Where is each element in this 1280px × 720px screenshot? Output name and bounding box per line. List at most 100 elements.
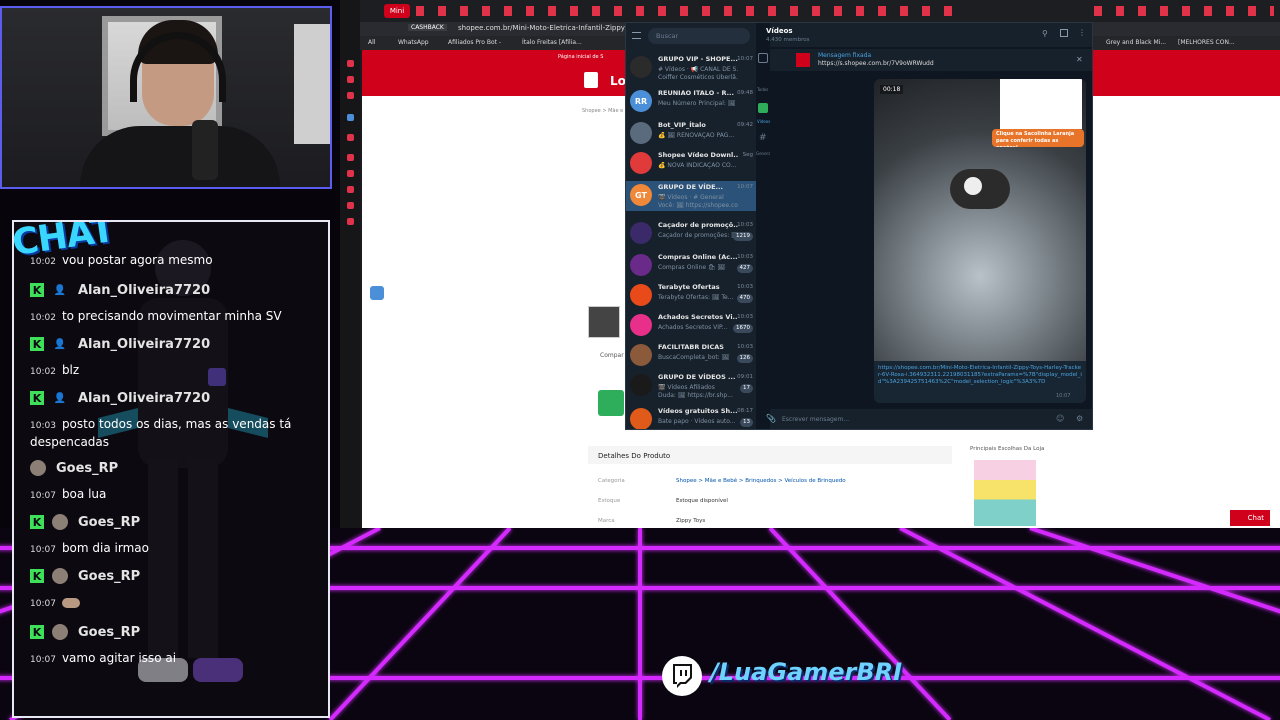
emoji-icon[interactable]: ☺ — [1056, 414, 1064, 423]
chat-time: 09:42 — [737, 122, 753, 128]
tab-active[interactable]: Mini — [384, 4, 410, 18]
chat-avatar[interactable] — [630, 254, 652, 276]
sidebar-icon[interactable] — [347, 76, 354, 83]
chat-avatar[interactable] — [630, 222, 652, 244]
share-label[interactable]: Compar — [600, 352, 624, 359]
sidebar-icon[interactable] — [347, 60, 354, 67]
all-chats-folder-icon[interactable] — [758, 53, 768, 63]
chat-avatar[interactable] — [630, 122, 652, 144]
chat-list-item[interactable]: Compras Online (Ac... 10:03 Compras Online… — [626, 251, 756, 281]
sidebar-icon[interactable] — [347, 134, 354, 141]
tab-strip-right[interactable] — [1094, 6, 1274, 16]
store-product-image[interactable] — [974, 460, 1036, 526]
chat-avatar[interactable]: GT — [630, 184, 652, 206]
chat-username[interactable]: Goes_RP — [78, 625, 140, 640]
chat-list-item[interactable]: GT GRUPO DE VÍDE... 10:07 🎬 Vídeos · # Gene… — [626, 181, 756, 211]
chat-avatar[interactable] — [630, 314, 652, 336]
chat-button[interactable]: Chat — [1230, 510, 1270, 526]
chat-list-item[interactable]: GRUPO DE VÍDEOS ... 09:01 🎬 Vídeos Afiliad… — [626, 371, 756, 401]
chat-list-item[interactable]: FACILITABR DICAS 10:03 BuscaCompleta_bot: … — [626, 341, 756, 371]
shopee-bag-icon[interactable] — [584, 72, 598, 88]
floating-helper-icon[interactable] — [370, 286, 384, 300]
chat-list-item[interactable]: Shopee Vídeo Downl... Seg 💰 NOVA INDICAÇÃO… — [626, 149, 756, 179]
product-details-title: Detalhes Do Produto — [598, 452, 671, 460]
detail-value[interactable]: Shopee > Mãe e Bebê > Brinquedos > Veícu… — [676, 478, 846, 484]
video-preview[interactable]: Clique na Sacolinha Laranja para conferi… — [874, 79, 1086, 361]
chat-username[interactable]: Goes_RP — [78, 569, 140, 584]
chat-time: 09:01 — [737, 374, 753, 380]
chat-username[interactable]: Alan_Oliveira7720 — [78, 337, 210, 352]
sidebar-icon[interactable] — [347, 154, 354, 161]
sidebar-icon[interactable] — [347, 186, 354, 193]
store-logo[interactable] — [598, 390, 624, 416]
chat-avatar[interactable] — [630, 374, 652, 396]
sidebar-icon[interactable] — [347, 170, 354, 177]
chat-list-item[interactable]: Bot_VIP_Ítalo 09:42 💰 🖼 RENOVAÇÃO PAG... — [626, 119, 756, 149]
hash-icon[interactable]: # — [759, 133, 767, 143]
chat-message-text: bom dia irmao — [61, 541, 149, 555]
sidebar-icon[interactable] — [347, 92, 354, 99]
search-input[interactable]: Buscar — [648, 28, 750, 44]
chat-avatar[interactable]: RR — [630, 90, 652, 112]
chat-avatar[interactable] — [630, 344, 652, 366]
chat-list-item[interactable]: RR REUNIAO ITALO - R... 09:48 Meu Número Pr… — [626, 87, 756, 117]
search-icon[interactable]: ⚲ — [1042, 29, 1048, 38]
chat-preview: Bate papo · Vídeos auto... — [658, 418, 736, 425]
chat-avatar[interactable] — [630, 56, 652, 78]
close-icon[interactable]: ✕ — [1076, 55, 1083, 64]
sidebar-icon[interactable] — [347, 202, 354, 209]
chat-username[interactable]: Goes_RP — [56, 461, 118, 476]
chat-list-item[interactable]: Caçador de promoçõ... 10:03 Caçador de pro… — [626, 219, 756, 249]
chat-avatar[interactable] — [630, 284, 652, 306]
pinned-link[interactable]: https://s.shopee.com.br/7V9oWRWudd — [818, 60, 934, 67]
unread-count-badge: 427 — [736, 264, 753, 273]
chat-title: Bot_VIP_Ítalo — [658, 121, 706, 129]
chat-avatar[interactable] — [630, 152, 652, 174]
message-link[interactable]: https://shopee.com.br/Mini-Moto-Eletrica… — [878, 365, 1082, 401]
chat-username[interactable]: Alan_Oliveira7720 — [78, 283, 210, 298]
chat-username[interactable]: Goes_RP — [78, 515, 140, 530]
folder-label[interactable]: Todos — [757, 87, 768, 92]
bookmark-item[interactable]: [MELHORES CON... — [1178, 39, 1235, 46]
menu-icon[interactable] — [632, 32, 641, 39]
chat-list-item[interactable]: Terabyte Ofertas 10:03 Terabyte Ofertas: 🖼… — [626, 281, 756, 311]
detail-value[interactable]: Zippy Toys — [676, 518, 705, 524]
message-input[interactable]: Escrever mensagem... — [782, 416, 849, 423]
chat-list-item[interactable]: GRUPO VIP - SHOPE... 10:07 # Vídeos · 📢 CA… — [626, 53, 756, 83]
cashback-badge[interactable]: CASHBACK — [408, 24, 447, 31]
detail-label: Marca — [598, 518, 615, 524]
conversation-title[interactable]: Vídeos — [766, 27, 793, 35]
shopee-home-link[interactable]: Página inicial de S — [558, 54, 603, 60]
folder-label[interactable]: Vídeos — [757, 119, 770, 124]
chat-message: K Goes_RP 10:07 — [30, 564, 328, 612]
attach-icon[interactable]: 📎 — [766, 414, 776, 423]
product-thumbnail[interactable] — [588, 306, 620, 338]
kick-badge-icon: K — [30, 569, 44, 583]
video-message[interactable]: Clique na Sacolinha Laranja para conferi… — [874, 79, 1086, 403]
chat-message: K 👤 Alan_Oliveira7720 10:02 to precisando… — [30, 278, 328, 326]
bookmark-item[interactable]: All — [368, 39, 375, 46]
chat-preview: Compras Online 🛍 🖼 — [658, 264, 726, 271]
chat-title: GRUPO VIP - SHOPE... — [658, 55, 738, 63]
url-text[interactable]: shopee.com.br/Mini-Moto-Eletrica-Infanti… — [458, 24, 642, 32]
chat-username[interactable]: Alan_Oliveira7720 — [78, 391, 210, 406]
shopee-logo-text[interactable]: Lo — [610, 74, 626, 88]
settings-icon[interactable]: ⚙ — [1076, 414, 1083, 423]
videos-folder-icon[interactable] — [758, 103, 768, 113]
tab-strip[interactable] — [416, 6, 956, 16]
chat-avatar[interactable] — [630, 408, 652, 429]
pinned-message-bar[interactable]: Mensagem fixada https://s.shopee.com.br/… — [770, 49, 1092, 71]
sidebar-icon[interactable] — [347, 218, 354, 225]
breadcrumb[interactable]: Shopee > Mãe e — [582, 108, 623, 114]
chat-message-time: 10:07 — [30, 545, 56, 555]
sidebar-icon[interactable] — [347, 114, 354, 121]
bookmark-item[interactable]: Ítalo Freitas [Afilia... — [522, 39, 582, 46]
chat-list-item[interactable]: Vídeos gratuitos Sh... 08:17 Bate papo · V… — [626, 405, 756, 429]
bookmark-item[interactable]: WhatsApp — [398, 39, 429, 46]
more-icon[interactable]: ⋮ — [1078, 28, 1086, 37]
chat-list-item[interactable]: Achados Secretos Vi... 10:03 Achados Secre… — [626, 311, 756, 341]
bookmark-item[interactable]: Afiliados Pro Bot - — [448, 39, 501, 46]
sidebar-toggle-icon[interactable] — [1060, 29, 1068, 37]
bookmark-item[interactable]: Grey and Black Mi... — [1106, 39, 1166, 46]
browser-tab-bar: Mini — [340, 0, 1280, 22]
